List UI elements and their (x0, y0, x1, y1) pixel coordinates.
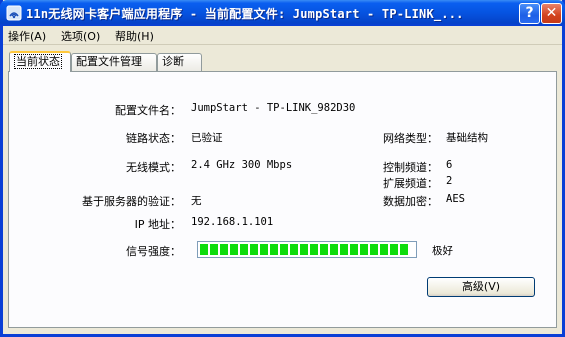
advanced-button[interactable]: 高级(V) (427, 277, 535, 297)
tab-diagnostics[interactable]: 诊断 (157, 53, 202, 71)
signal-strength-label: 信号强度： (126, 245, 181, 258)
signal-segment (230, 244, 238, 255)
wireless-mode-value: 2.4 GHz 300 Mbps (191, 159, 293, 171)
signal-segment (400, 244, 408, 255)
network-type-value: 基础结构 (446, 132, 488, 144)
extension-channel-value: 2 (446, 175, 453, 187)
signal-segment (240, 244, 248, 255)
ip-address-value: 192.168.1.101 (191, 216, 274, 228)
signal-segment (250, 244, 258, 255)
menu-help[interactable]: 帮助(H) (115, 28, 154, 44)
tab-current-status[interactable]: 当前状态 (9, 51, 71, 72)
signal-segment (220, 244, 228, 255)
menu-action[interactable]: 操作(A) (8, 28, 46, 44)
signal-segment (270, 244, 278, 255)
network-type-label: 网络类型： (383, 132, 438, 145)
control-channel-label: 控制频道： (383, 161, 438, 174)
signal-segment (360, 244, 368, 255)
control-channel-value: 6 (446, 159, 453, 171)
menu-bar: 操作(A) 选项(O) 帮助(H) (3, 26, 562, 45)
signal-segment (300, 244, 308, 255)
encryption-label: 数据加密： (383, 195, 438, 208)
link-status-value: 已验证 (191, 132, 223, 144)
signal-segment (330, 244, 338, 255)
extension-channel-label: 扩展频道： (383, 177, 438, 190)
encryption-value: AES (446, 193, 465, 205)
signal-segment (280, 244, 288, 255)
link-status-label: 链路状态： (126, 132, 181, 145)
ip-address-label: IP 地址： (134, 218, 181, 231)
signal-segment (380, 244, 388, 255)
window-title: 11n无线网卡客户端应用程序 - 当前配置文件: JumpStart - TP-… (26, 7, 464, 21)
title-bar[interactable]: 11n无线网卡客户端应用程序 - 当前配置文件: JumpStart - TP-… (0, 0, 565, 26)
server-auth-label: 基于服务器的验证： (82, 195, 181, 208)
help-icon: ? (525, 5, 534, 21)
status-panel: 配置文件名： JumpStart - TP-LINK_982D30 链路状态： … (8, 71, 557, 328)
wireless-icon (6, 5, 22, 21)
signal-segment (210, 244, 218, 255)
close-icon: ✕ (545, 5, 558, 21)
signal-segment (340, 244, 348, 255)
tab-profile-management[interactable]: 配置文件管理 (71, 53, 157, 71)
signal-segment (310, 244, 318, 255)
wireless-mode-label: 无线模式： (126, 161, 181, 174)
menu-options[interactable]: 选项(O) (61, 28, 100, 44)
signal-segment (260, 244, 268, 255)
signal-segment (370, 244, 378, 255)
signal-strength-text: 极好 (432, 245, 453, 257)
help-button[interactable]: ? (519, 3, 540, 24)
profile-label: 配置文件名： (115, 104, 181, 117)
signal-strength-meter (197, 241, 417, 258)
signal-segment (390, 244, 398, 255)
server-auth-value: 无 (191, 195, 202, 207)
signal-segment (290, 244, 298, 255)
signal-segment (350, 244, 358, 255)
signal-segment (200, 244, 208, 255)
signal-segment (320, 244, 328, 255)
app-window: 11n无线网卡客户端应用程序 - 当前配置文件: JumpStart - TP-… (0, 0, 565, 337)
profile-value: JumpStart - TP-LINK_982D30 (191, 102, 356, 114)
close-button[interactable]: ✕ (541, 3, 562, 24)
